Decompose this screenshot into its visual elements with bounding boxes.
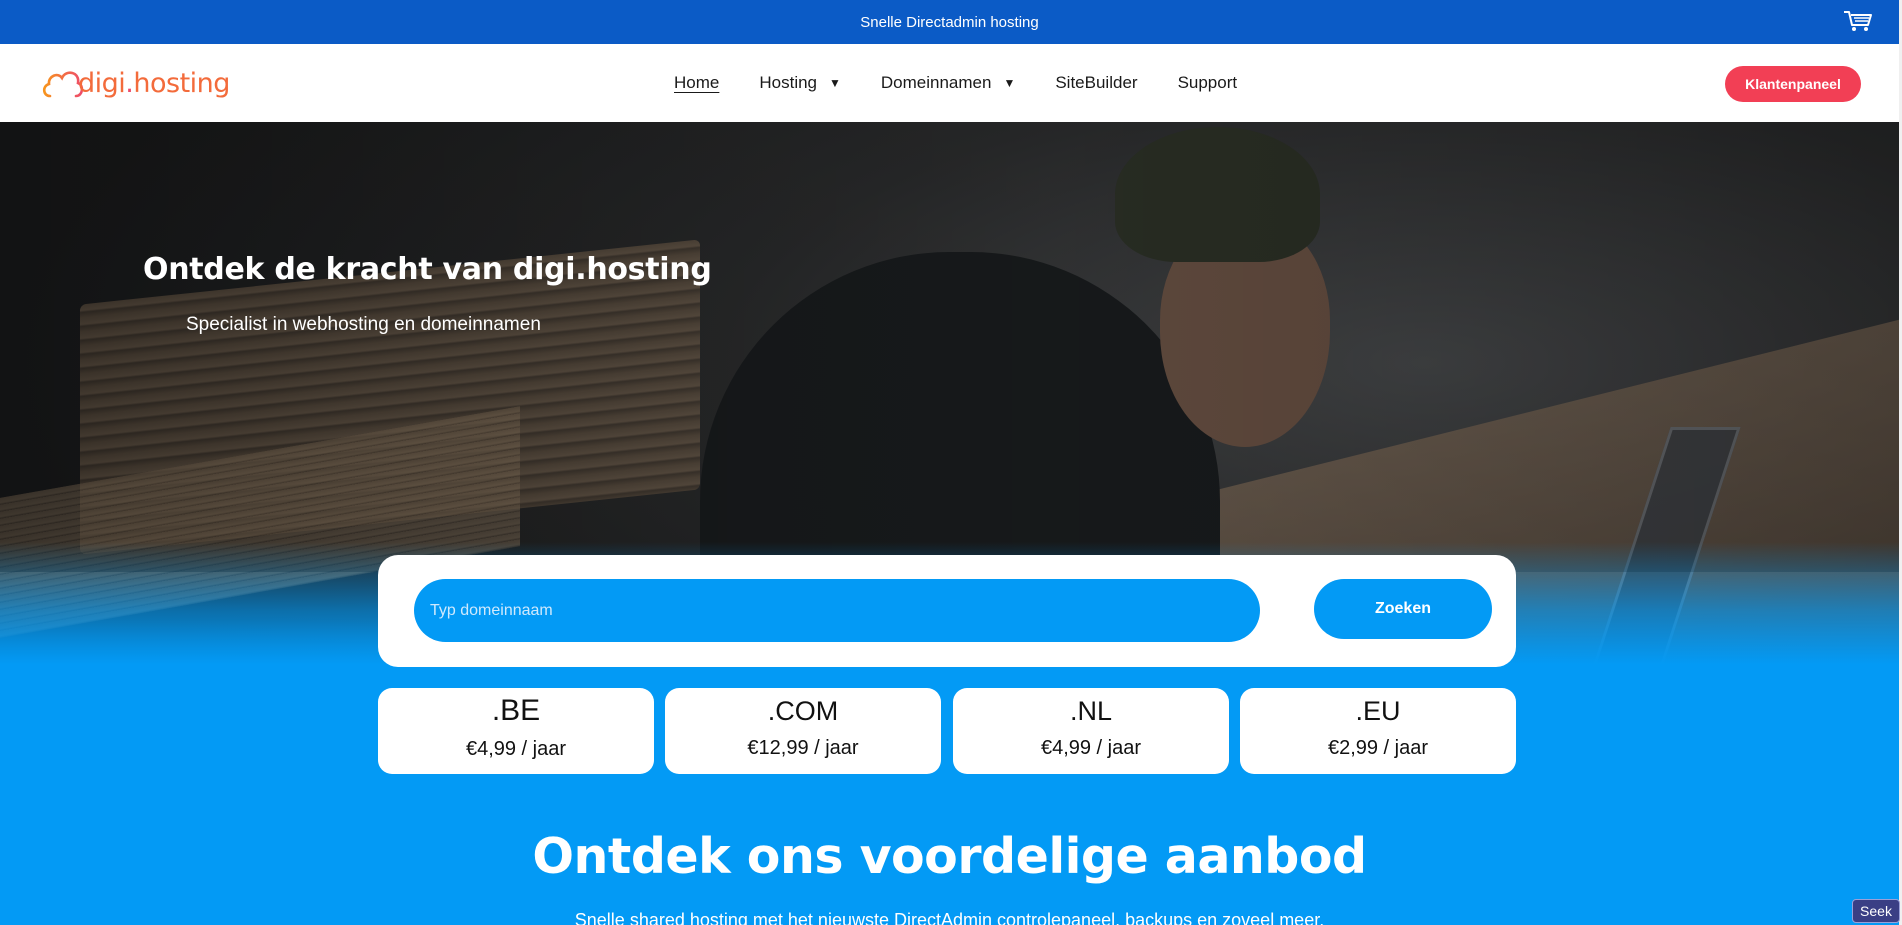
hero-subtitle: Specialist in webhosting en domeinnamen bbox=[186, 314, 541, 335]
domain-search-input[interactable] bbox=[414, 579, 1260, 642]
tld-card-nl[interactable]: .NL €4,99 / jaar bbox=[953, 688, 1229, 774]
tld-extension: .EU bbox=[1355, 696, 1401, 726]
tld-card-com[interactable]: .COM €12,99 / jaar bbox=[665, 688, 941, 774]
tld-price: €2,99 / jaar bbox=[1327, 737, 1429, 759]
caret-down-icon: ▼ bbox=[829, 76, 841, 90]
announcement-text: Snelle Directadmin hosting bbox=[860, 13, 1039, 31]
tld-extension: .COM bbox=[767, 696, 839, 726]
offer-heading: Ontdek ons voordelige aanbod bbox=[532, 828, 1367, 885]
nav-item-sitebuilder[interactable]: SiteBuilder bbox=[1055, 73, 1137, 93]
seek-badge[interactable]: Seek bbox=[1852, 899, 1900, 923]
hero-overlay bbox=[0, 122, 1899, 572]
hero-section: Ontdek de kracht van digi.hosting Specia… bbox=[0, 122, 1899, 925]
site-header: digi.hosting Home Hosting ▼ Domeinnamen … bbox=[0, 44, 1899, 122]
tld-price: €4,99 / jaar bbox=[1040, 737, 1142, 759]
site-logo[interactable]: digi.hosting bbox=[40, 64, 230, 102]
nav-item-hosting[interactable]: Hosting ▼ bbox=[759, 73, 841, 93]
tld-price: €4,99 / jaar bbox=[465, 738, 567, 760]
nav-item-home[interactable]: Home bbox=[674, 73, 719, 93]
main-nav: Home Hosting ▼ Domeinnamen ▼ SiteBuilder… bbox=[674, 44, 1277, 122]
search-button[interactable]: Zoeken bbox=[1314, 579, 1492, 639]
tld-card-be[interactable]: .BE €4,99 / jaar bbox=[378, 688, 654, 774]
tld-extension: .BE bbox=[491, 694, 541, 727]
tld-card-eu[interactable]: .EU €2,99 / jaar bbox=[1240, 688, 1516, 774]
tld-price: €12,99 / jaar bbox=[747, 737, 859, 759]
tld-extension: .NL bbox=[1069, 696, 1113, 726]
caret-down-icon: ▼ bbox=[1003, 76, 1016, 90]
hero-title: Ontdek de kracht van digi.hosting bbox=[143, 252, 712, 287]
nav-item-domeinnamen[interactable]: Domeinnamen ▼ bbox=[881, 73, 1015, 93]
announcement-bar: Snelle Directadmin hosting bbox=[0, 0, 1899, 44]
offer-subheading: Snelle shared hosting met het nieuwste D… bbox=[574, 910, 1325, 925]
domain-search-card: Zoeken bbox=[378, 555, 1516, 667]
nav-item-support[interactable]: Support bbox=[1178, 73, 1238, 93]
klantenpaneel-button[interactable]: Klantenpaneel bbox=[1725, 66, 1861, 102]
logo-wordmark: digi.hosting bbox=[78, 67, 230, 99]
cart-icon[interactable] bbox=[1843, 9, 1873, 33]
